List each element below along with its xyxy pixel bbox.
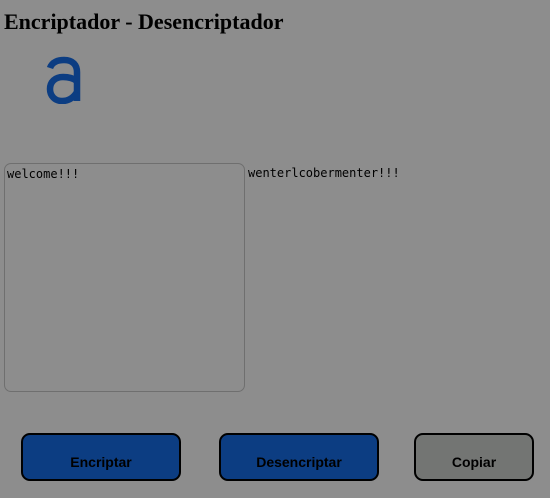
copy-button[interactable]: Copiar bbox=[414, 433, 534, 481]
alura-logo-icon bbox=[46, 56, 81, 104]
page-title: Encriptador - Desencriptador bbox=[4, 9, 284, 34]
decrypt-button[interactable]: Desencriptar bbox=[219, 433, 379, 481]
output-text: wenterlcobermenter!!! bbox=[248, 166, 400, 180]
encrypt-button[interactable]: Encriptar bbox=[21, 433, 181, 481]
text-input[interactable] bbox=[4, 163, 245, 392]
